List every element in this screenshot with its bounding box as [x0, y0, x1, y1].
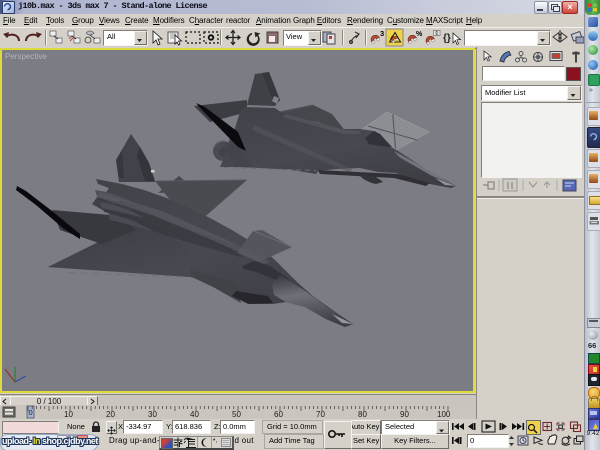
- svg-text:100: 100: [437, 410, 451, 419]
- svg-text:60: 60: [274, 410, 283, 419]
- svg-text:90: 90: [400, 410, 409, 419]
- svg-text:70: 70: [316, 410, 325, 419]
- svg-text:10: 10: [64, 410, 73, 419]
- svg-text:80: 80: [358, 410, 367, 419]
- svg-text:{}: {}: [443, 33, 451, 44]
- svg-text:%: %: [416, 31, 423, 38]
- svg-text:0: 0: [29, 408, 33, 417]
- svg-text:30: 30: [148, 410, 157, 419]
- svg-text:50: 50: [232, 410, 241, 419]
- svg-text:3: 3: [380, 29, 384, 38]
- svg-text:20: 20: [106, 410, 115, 419]
- svg-text:z: z: [3, 362, 6, 368]
- svg-text:40: 40: [190, 410, 199, 419]
